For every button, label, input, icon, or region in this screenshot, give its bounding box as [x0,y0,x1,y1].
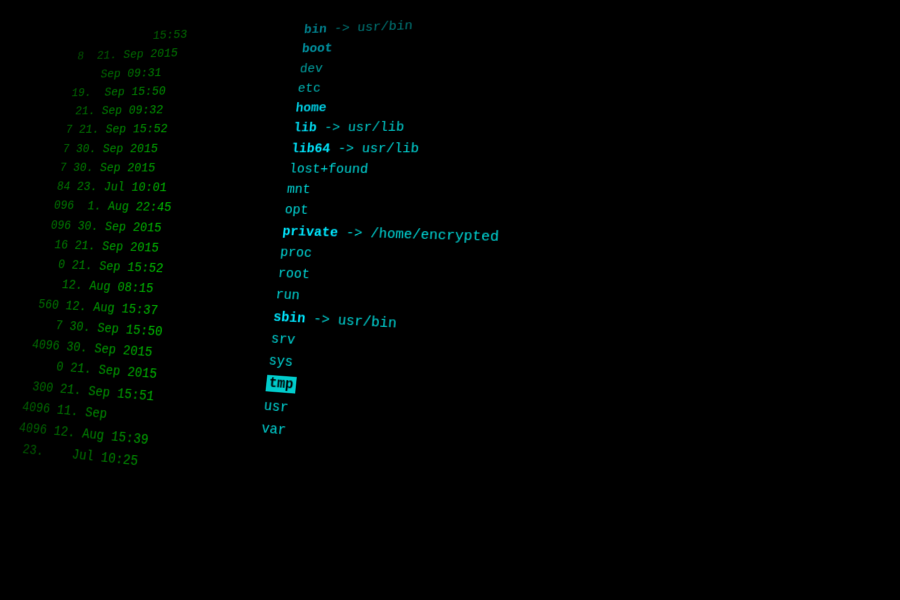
line-6: 7 21. Sep 15:52 [64,119,294,140]
terminal-window: 15:53 8 21. Sep 2015 Sep 09:31 19. Sep 1… [0,0,900,600]
terminal-content: 15:53 8 21. Sep 2015 Sep 09:31 19. Sep 1… [0,0,900,600]
file-lib: lib -> usr/lib [292,114,784,139]
file-lib64: lib64 -> usr/lib [290,137,784,161]
line-5: 21. Sep 09:32 [67,99,296,121]
line-8: 7 30. Sep 2015 [58,158,290,179]
line-7: 7 30. Sep 2015 [61,139,292,159]
filename-column: bin -> usr/bin boot dev etc home lib -> … [238,0,786,600]
